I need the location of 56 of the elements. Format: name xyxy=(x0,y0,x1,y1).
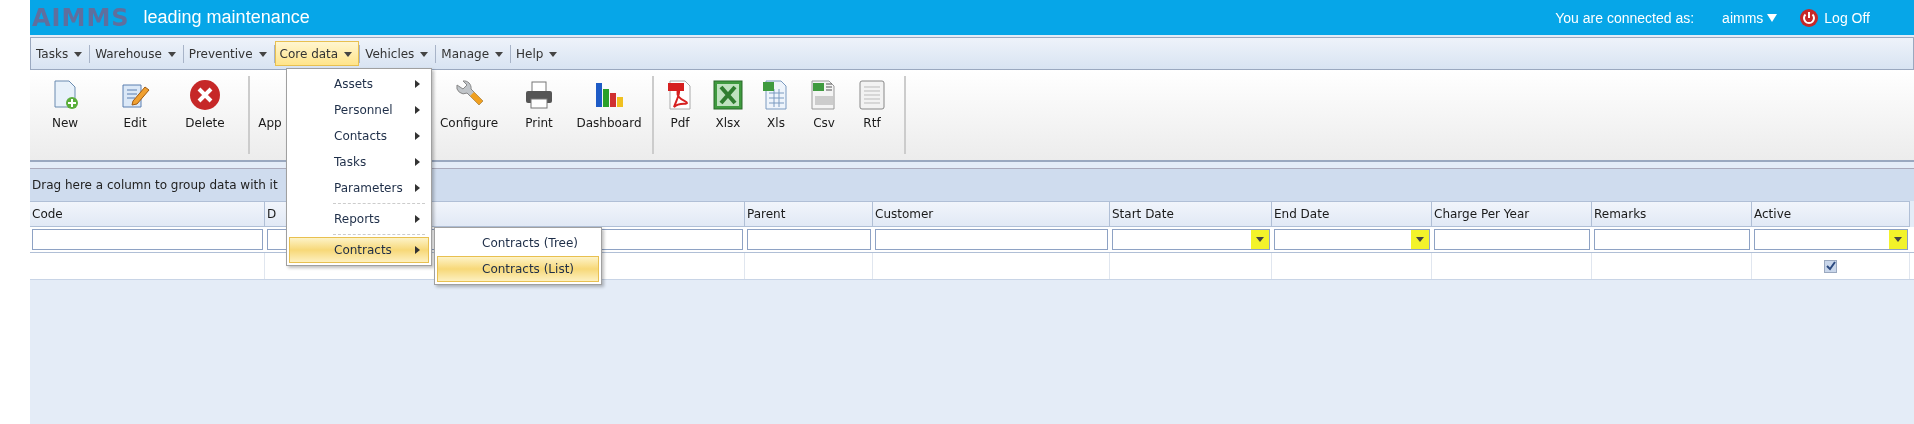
menu-item[interactable]: Contracts xyxy=(289,237,429,263)
active-checkbox[interactable] xyxy=(1824,259,1837,273)
group-hint: Drag here a column to group data with it xyxy=(32,178,278,192)
dropdown-button[interactable] xyxy=(1889,230,1907,249)
toolbar-button[interactable]: Dashboard xyxy=(574,76,644,154)
filter-field[interactable] xyxy=(1112,229,1270,250)
menu-item[interactable]: Assets xyxy=(289,71,429,97)
menu-item[interactable]: Contracts (Tree) xyxy=(437,230,599,256)
printer-icon xyxy=(523,79,555,111)
toolbar-button[interactable]: Configure xyxy=(434,76,504,154)
menu-item[interactable]: Tasks xyxy=(31,41,90,66)
toolbar-button[interactable]: App xyxy=(256,76,284,154)
filter-field[interactable] xyxy=(32,229,263,250)
menu-item[interactable]: Manage xyxy=(436,41,511,66)
toolbar-button[interactable]: Print xyxy=(504,76,574,154)
column-header[interactable]: Start Date xyxy=(1110,201,1272,227)
toolbar-button[interactable]: Xls xyxy=(752,76,800,154)
column-header[interactable]: Parent xyxy=(745,201,873,227)
menu-item[interactable]: Parameters xyxy=(289,175,429,201)
column-header[interactable]: End Date xyxy=(1272,201,1432,227)
column-header[interactable]: Code xyxy=(30,201,265,227)
toolbar-button[interactable]: Xlsx xyxy=(704,76,752,154)
column-header[interactable]: Active xyxy=(1752,201,1910,227)
dropdown-button[interactable] xyxy=(1251,230,1269,249)
filter-field[interactable] xyxy=(1754,229,1908,250)
power-icon xyxy=(1799,7,1820,28)
menu-item[interactable]: Contracts (List) xyxy=(437,256,599,282)
document-icon xyxy=(856,79,888,111)
spreadsheet-icon xyxy=(712,79,744,111)
filter-field[interactable] xyxy=(875,229,1108,250)
dropdown-button[interactable] xyxy=(1411,230,1429,249)
menu-item[interactable]: Tasks xyxy=(289,149,429,175)
toolbar-button[interactable]: Delete xyxy=(170,76,240,154)
menu-item[interactable]: Contacts xyxy=(289,123,429,149)
column-header[interactable]: Charge Per Year xyxy=(1432,201,1592,227)
menu-item[interactable]: Help xyxy=(511,41,565,66)
connected-label: You are connected as: xyxy=(1555,9,1695,26)
toolbar-button[interactable]: Csv xyxy=(800,76,848,154)
filter-field[interactable] xyxy=(1594,229,1750,250)
toolbar-button[interactable]: Edit xyxy=(100,76,170,154)
menu-item[interactable]: Vehicles xyxy=(360,41,436,66)
delete-icon xyxy=(189,79,221,111)
menu-item[interactable]: Warehouse xyxy=(90,41,183,66)
toolbar-button[interactable]: Rtf xyxy=(848,76,896,154)
column-header[interactable]: Customer xyxy=(873,201,1110,227)
filter-field[interactable] xyxy=(747,229,871,250)
logo: AIMMS xyxy=(32,2,130,33)
menu-item[interactable]: Core data xyxy=(274,41,360,66)
column-header[interactable]: Remarks xyxy=(1592,201,1752,227)
toolbar-button[interactable]: New xyxy=(30,76,100,154)
menu-item[interactable]: Preventive xyxy=(183,41,274,66)
menu-item[interactable]: Personnel xyxy=(289,97,429,123)
filter-field[interactable] xyxy=(1434,229,1590,250)
toolbar-button[interactable]: Pdf xyxy=(656,76,704,154)
app-tagline: leading maintenance xyxy=(143,7,310,28)
filter-field[interactable] xyxy=(1274,229,1430,250)
